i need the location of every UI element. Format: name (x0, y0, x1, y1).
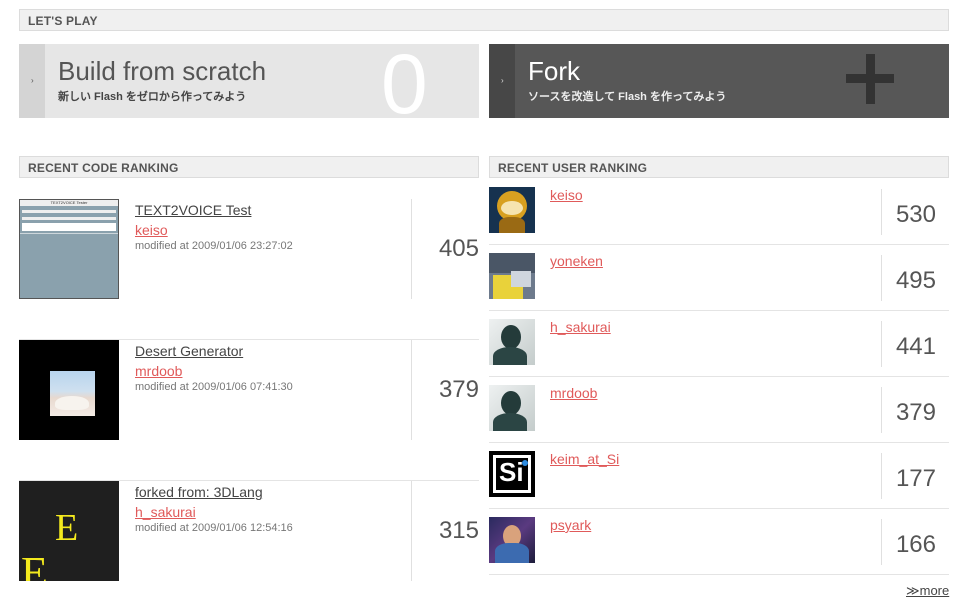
code-author-link[interactable]: mrdoob (135, 363, 293, 379)
code-ranking-item: E E forked from: 3DLang h_sakurai modifi… (19, 481, 479, 581)
code-score: 315 (411, 481, 479, 581)
user-name-link[interactable]: keiso (550, 187, 583, 203)
user-name-link[interactable]: mrdoob (550, 385, 597, 401)
code-title-link[interactable]: Desert Generator (135, 343, 293, 359)
avatar[interactable] (489, 319, 535, 365)
user-ranking-heading: RECENT USER RANKING (489, 156, 949, 178)
arrow-right-icon: › (501, 76, 504, 85)
user-name-link[interactable]: h_sakurai (550, 319, 611, 335)
user-name-link[interactable]: psyark (550, 517, 591, 533)
user-score: 441 (881, 321, 936, 367)
user-score: 166 (881, 519, 936, 565)
code-ranking-item: TEXT2VOICE Tester TEXT2VOICE Test keiso … (19, 199, 479, 340)
code-author-link[interactable]: keiso (135, 222, 293, 238)
code-modified-date: modified at 2009/01/06 23:27:02 (135, 240, 293, 252)
avatar[interactable] (489, 187, 535, 233)
code-score: 379 (411, 340, 479, 440)
arrow-right-icon: › (31, 76, 34, 85)
fork-button[interactable]: › Fork ソースを改造して Flash を作ってみよう (489, 44, 949, 118)
build-from-scratch-button[interactable]: › Build from scratch 新しい Flash をゼロから作ってみ… (19, 44, 479, 118)
user-ranking-item: psyark 166 (489, 509, 949, 575)
code-modified-date: modified at 2009/01/06 07:41:30 (135, 381, 293, 393)
user-ranking-item: mrdoob 379 (489, 377, 949, 443)
code-author-link[interactable]: h_sakurai (135, 504, 293, 520)
plus-icon (846, 54, 894, 104)
code-score: 405 (411, 199, 479, 299)
code-ranking-item: Desert Generator mrdoob modified at 2009… (19, 340, 479, 481)
code-thumbnail[interactable] (19, 340, 119, 440)
avatar[interactable] (489, 253, 535, 299)
zero-icon: 0 (381, 44, 428, 118)
user-ranking-item: keiso 530 (489, 179, 949, 245)
fork-subtitle: ソースを改造して Flash を作ってみよう (528, 91, 727, 103)
more-link[interactable]: ≫more (906, 583, 949, 599)
build-subtitle: 新しい Flash をゼロから作ってみよう (58, 91, 247, 103)
code-ranking-heading: RECENT CODE RANKING (19, 156, 479, 178)
user-ranking-item: yoneken 495 (489, 245, 949, 311)
user-score: 379 (881, 387, 936, 433)
user-name-link[interactable]: keim_at_Si (550, 451, 619, 467)
avatar[interactable] (489, 385, 535, 431)
code-thumbnail[interactable]: TEXT2VOICE Tester (19, 199, 119, 299)
user-score: 530 (881, 189, 936, 235)
user-score: 177 (881, 453, 936, 499)
avatar[interactable]: Si (489, 451, 535, 497)
code-title-link[interactable]: forked from: 3DLang (135, 484, 293, 500)
user-name-link[interactable]: yoneken (550, 253, 603, 269)
user-ranking-item: h_sakurai 441 (489, 311, 949, 377)
fork-tab: › (489, 44, 515, 118)
user-score: 495 (881, 255, 936, 301)
build-tab: › (19, 44, 45, 118)
user-ranking-item: Si keim_at_Si 177 (489, 443, 949, 509)
build-title: Build from scratch (58, 56, 267, 86)
lets-play-heading: LET'S PLAY (19, 9, 949, 31)
avatar[interactable] (489, 517, 535, 563)
fork-title: Fork (528, 56, 580, 86)
code-thumbnail[interactable]: E E (19, 481, 119, 581)
code-title-link[interactable]: TEXT2VOICE Test (135, 202, 293, 218)
code-modified-date: modified at 2009/01/06 12:54:16 (135, 522, 293, 534)
